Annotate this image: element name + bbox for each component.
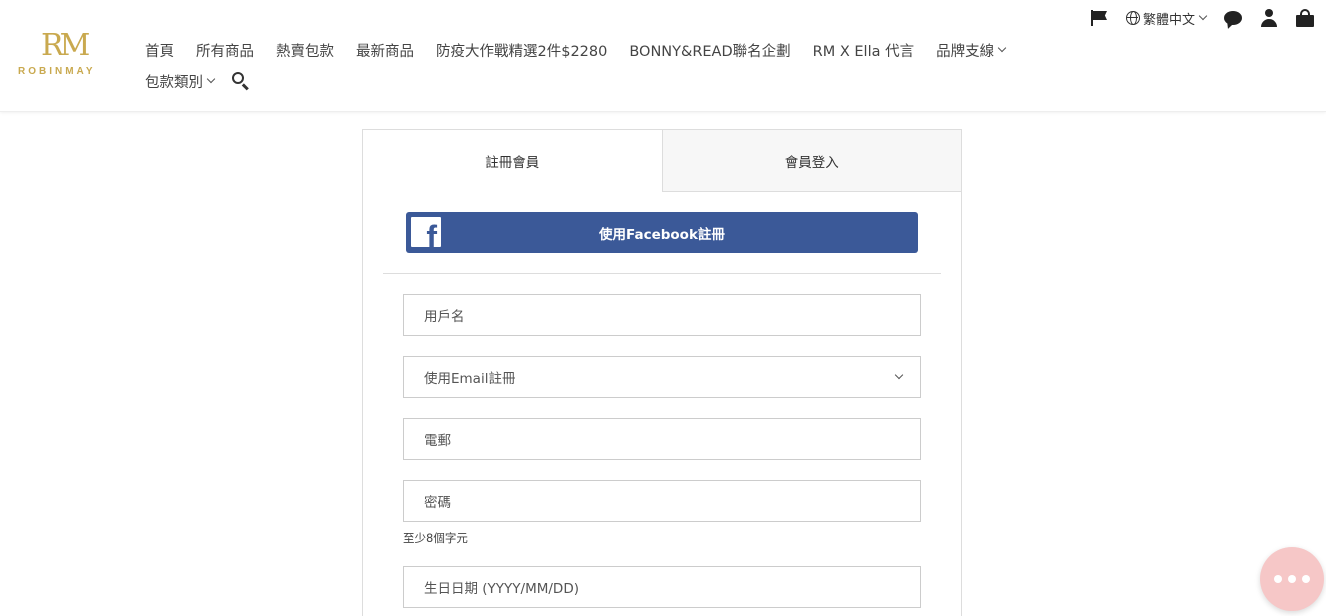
nav-item-home[interactable]: 首頁: [145, 40, 174, 61]
tab-login[interactable]: 會員登入: [661, 130, 961, 192]
logo[interactable]: RM ROBINMAY: [17, 28, 107, 80]
nav-row-1: 首頁 所有商品 熱賣包款 最新商品 防疫大作戰精選2件$2280 BONNY&R…: [145, 38, 1055, 62]
user-icon: [1260, 9, 1278, 27]
language-label: 繁體中文: [1142, 12, 1195, 28]
divider: [383, 273, 941, 274]
nav-item-bag-categories[interactable]: 包款類別: [145, 71, 216, 92]
nav-item-brand-lines[interactable]: 品牌支線: [936, 40, 1007, 61]
username-placeholder: 用戶名: [424, 309, 465, 325]
nav-item-new-products[interactable]: 最新商品: [356, 40, 414, 61]
more-dot-icon: [1288, 575, 1296, 583]
site-header: RM ROBINMAY 首頁 所有商品 熱賣包款 最新商品 防疫大作戰精選2件$…: [0, 0, 1326, 112]
email-placeholder: 電郵: [424, 433, 451, 449]
shopping-bag-icon: [1296, 9, 1314, 27]
tab-register[interactable]: 註冊會員: [363, 130, 662, 192]
username-field[interactable]: 用戶名: [403, 294, 921, 336]
nav-item-all-products[interactable]: 所有商品: [196, 40, 254, 61]
message-button[interactable]: [1224, 11, 1242, 25]
chevron-down-icon: [894, 370, 904, 380]
facebook-register-button[interactable]: f 使用Facebook註冊: [406, 212, 918, 253]
flag-button[interactable]: [1090, 10, 1108, 26]
nav-item-promo[interactable]: 防疫大作戰精選2件$2280: [436, 40, 607, 61]
search-icon[interactable]: [230, 71, 250, 91]
chevron-down-icon: [206, 74, 216, 84]
password-placeholder: 密碼: [424, 495, 451, 511]
nav-item-bag-categories-label: 包款類別: [145, 74, 203, 91]
nav-row-2: 包款類別: [145, 69, 1055, 93]
cart-button[interactable]: [1296, 9, 1314, 27]
account-button[interactable]: [1260, 9, 1278, 27]
logo-text: ROBINMAY: [18, 66, 96, 77]
facebook-icon: f: [411, 217, 441, 247]
register-panel: 註冊會員 會員登入 f 使用Facebook註冊 用戶名 使用Email註冊 電…: [362, 129, 962, 616]
password-field[interactable]: 密碼: [403, 480, 921, 522]
utility-bar: 繁體中文: [1072, 8, 1314, 28]
auth-tabs: 註冊會員 會員登入: [363, 130, 961, 192]
nav-item-brand-lines-label: 品牌支線: [936, 43, 995, 60]
floating-chat-button[interactable]: [1260, 547, 1324, 611]
nav-item-hot-bags[interactable]: 熱賣包款: [276, 40, 334, 61]
globe-icon: [1125, 11, 1140, 25]
flag-icon: [1090, 10, 1108, 26]
password-hint: 至少8個字元: [403, 531, 468, 545]
birthday-placeholder: 生日日期 (YYYY/MM/DD): [424, 581, 579, 597]
register-method-select[interactable]: 使用Email註冊: [403, 356, 921, 398]
nav-item-collab[interactable]: BONNY&READ聯名企劃: [629, 40, 790, 61]
more-dot-icon: [1274, 575, 1282, 583]
chevron-down-icon: [997, 43, 1007, 53]
email-field[interactable]: 電郵: [403, 418, 921, 460]
chat-icon: [1224, 11, 1242, 25]
chevron-down-icon: [1198, 11, 1208, 21]
facebook-register-label: 使用Facebook註冊: [599, 226, 725, 243]
logo-mark: RM: [41, 28, 90, 63]
more-dot-icon: [1302, 575, 1310, 583]
main-nav: 首頁 所有商品 熱賣包款 最新商品 防疫大作戰精選2件$2280 BONNY&R…: [145, 38, 1055, 93]
register-method-value: 使用Email註冊: [424, 371, 516, 387]
language-selector[interactable]: 繁體中文: [1125, 9, 1208, 28]
birthday-field[interactable]: 生日日期 (YYYY/MM/DD): [403, 566, 921, 608]
nav-item-ambassador[interactable]: RM X Ella 代言: [813, 40, 914, 61]
